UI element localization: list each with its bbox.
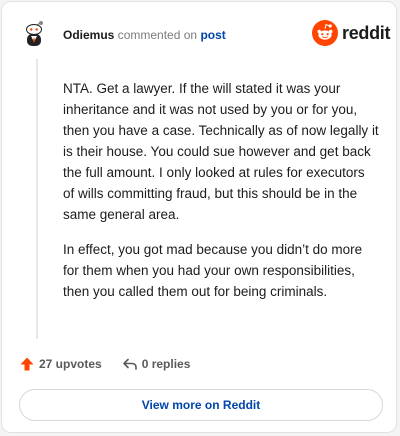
post-link[interactable]: post (200, 28, 225, 42)
comment-embed-card: Odiemus commented on post reddit NTA. Ge… (1, 1, 397, 433)
comment-body: NTA. Get a lawyer. If the will stated it… (63, 78, 379, 316)
upvote-arrow-icon (20, 357, 34, 371)
comment-paragraph: NTA. Get a lawyer. If the will stated it… (63, 81, 379, 222)
user-avatar-icon (26, 21, 43, 46)
thread-line[interactable] (36, 59, 38, 339)
replies-button[interactable]: 0 replies (122, 356, 191, 372)
reddit-logo[interactable]: reddit (312, 20, 391, 46)
view-more-button[interactable]: View more on Reddit (19, 389, 383, 421)
upvote-count: 27 upvotes (39, 357, 102, 371)
reply-count: 0 replies (141, 357, 191, 371)
reddit-wordmark: reddit (342, 22, 391, 43)
action-text: commented on (117, 28, 198, 42)
username[interactable]: Odiemus (63, 28, 114, 42)
comment-actions: 27 upvotes 0 replies (19, 356, 190, 372)
reddit-snoo-icon (312, 20, 338, 46)
upvote-button[interactable]: 27 upvotes (19, 356, 102, 372)
reply-arrow-icon (122, 358, 137, 370)
avatar[interactable] (21, 19, 49, 47)
comment-header: Odiemus commented on post (63, 28, 226, 42)
comment-paragraph: In effect, you got mad because you didn’… (63, 242, 363, 299)
